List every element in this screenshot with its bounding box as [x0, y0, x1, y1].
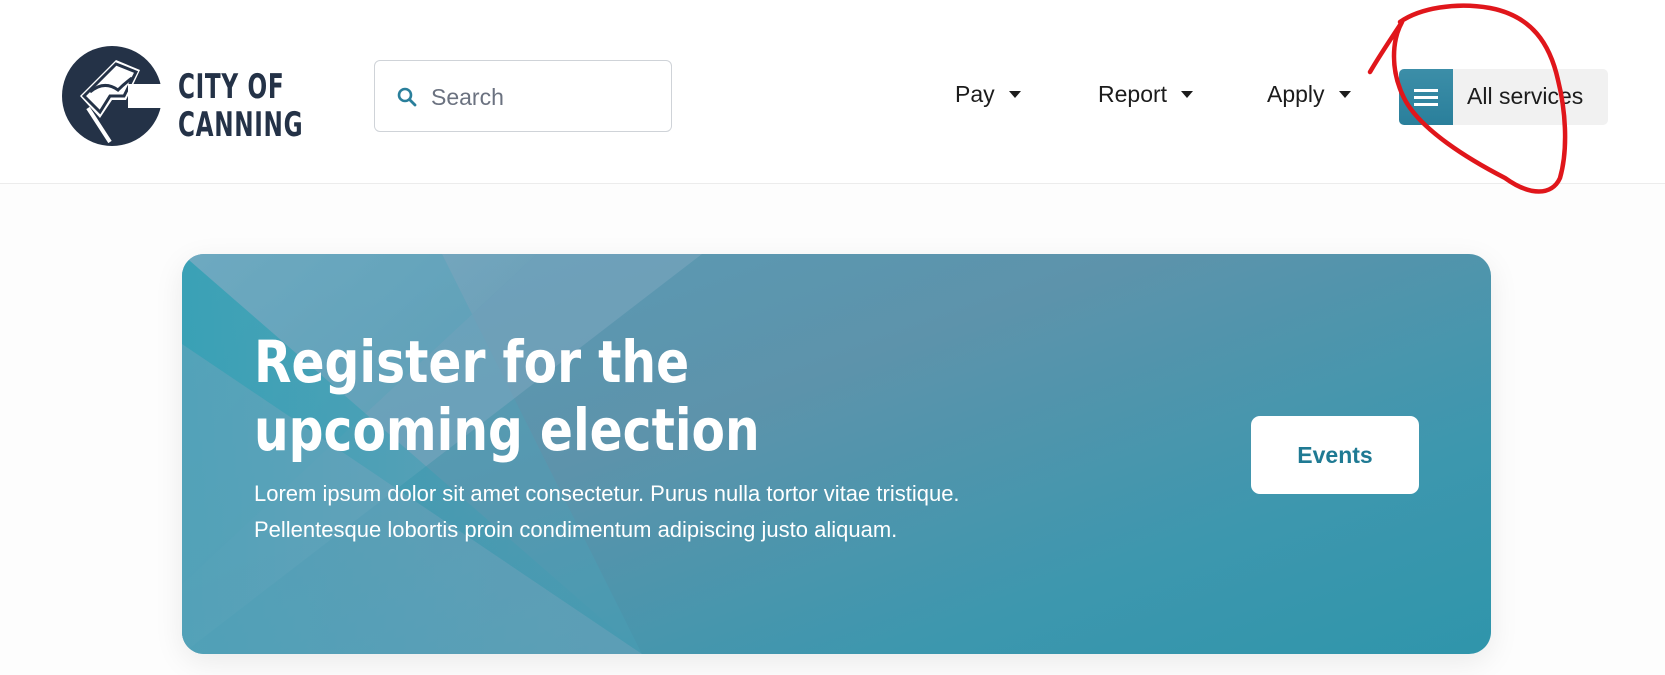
nav-pay[interactable]: Pay — [955, 76, 1021, 112]
logo-line-2: CANNING — [178, 105, 304, 145]
election-banner: Register for the upcoming election Lorem… — [182, 254, 1491, 654]
search-input[interactable] — [429, 79, 663, 115]
site-header: CITY OF CANNING Pay Report Apply All ser… — [0, 0, 1665, 184]
all-services-label: All services — [1467, 83, 1584, 109]
caret-down-icon — [1181, 90, 1194, 98]
hamburger-menu-icon — [1399, 69, 1453, 125]
logo-line-1: CITY OF — [178, 67, 285, 107]
banner-description: Lorem ipsum dolor sit amet consectetur. … — [254, 481, 960, 542]
all-services-button[interactable]: All services — [1399, 69, 1608, 125]
nav-apply[interactable]: Apply — [1267, 76, 1351, 112]
city-of-canning-logo[interactable]: CITY OF CANNING — [60, 44, 310, 149]
search-box[interactable] — [374, 60, 672, 132]
logo-emblem-icon — [62, 46, 164, 146]
logo-wordmark: CITY OF CANNING — [178, 68, 303, 144]
nav-report[interactable]: Report — [1098, 76, 1194, 112]
nav-report-label: Report — [1098, 80, 1168, 107]
nav-apply-label: Apply — [1267, 80, 1325, 107]
caret-down-icon — [1008, 90, 1021, 98]
caret-down-icon — [1338, 90, 1351, 98]
events-button[interactable]: Events — [1251, 416, 1419, 494]
search-icon — [397, 87, 417, 107]
banner-title: Register for the upcoming election — [254, 328, 760, 464]
nav-pay-label: Pay — [955, 80, 995, 107]
